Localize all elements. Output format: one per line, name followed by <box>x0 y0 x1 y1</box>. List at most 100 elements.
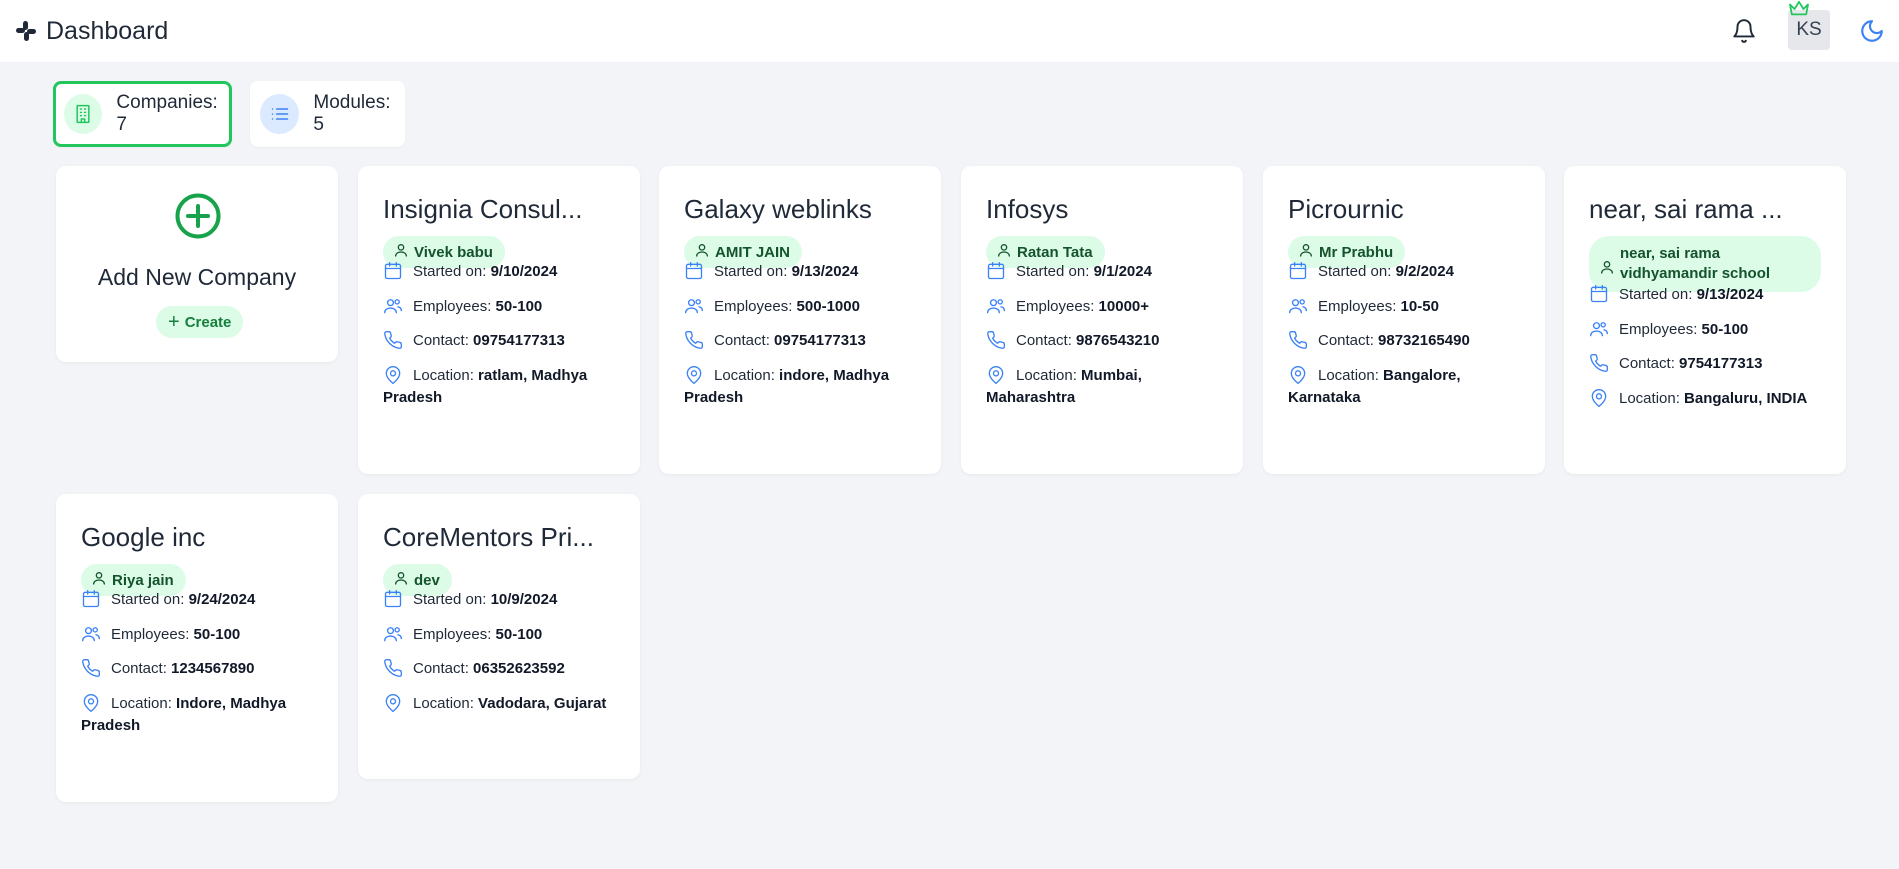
create-company-button[interactable]: + Create <box>156 306 244 338</box>
company-name: near, sai rama ... <box>1589 194 1783 224</box>
top-bar: Dashboard KS <box>0 0 1899 62</box>
contact-label: Contact: <box>1016 332 1077 349</box>
contact-row: Contact: 1234567890 <box>81 658 321 680</box>
owner-name: Riya jain <box>112 571 174 589</box>
add-company-card: Add New Company + Create <box>56 166 338 362</box>
crown-icon <box>1789 0 1809 16</box>
location-row: Location: ratlam, Madhya Pradesh <box>383 365 623 409</box>
company-card[interactable]: Infosys Ratan Tata Started on: 9/1/2024 Emp… <box>961 166 1243 474</box>
owner-name: Ratan Tata <box>1017 243 1093 261</box>
location-label: Location: <box>413 695 479 712</box>
user-icon <box>694 242 715 262</box>
company-card[interactable]: near, sai rama ... near, sai rama vidhyam… <box>1564 166 1846 474</box>
brand[interactable]: Dashboard <box>14 16 168 46</box>
employees-label: Employees: <box>111 626 194 643</box>
employees-row: Employees: 50-100 <box>383 624 623 646</box>
company-name: Picrournic <box>1288 194 1404 224</box>
location-value: Vadodara, Gujarat <box>478 695 607 712</box>
employees-value: 50-100 <box>1701 321 1749 338</box>
avatar-wrapper: KS <box>1788 0 1830 50</box>
contact-label: Contact: <box>413 660 474 677</box>
contact-label: Contact: <box>413 332 474 349</box>
employees-row: Employees: 500-1000 <box>684 296 924 318</box>
location-row: Location: Bangaluru, INDIA <box>1589 388 1829 410</box>
started-label: Started on: <box>1016 263 1094 280</box>
user-icon <box>1599 247 1620 281</box>
bell-icon[interactable] <box>1731 17 1757 45</box>
started-label: Started on: <box>714 263 792 280</box>
company-name: Insignia Consul... <box>383 194 583 224</box>
contact-label: Contact: <box>714 332 775 349</box>
started-value: 9/2/2024 <box>1395 263 1454 280</box>
employees-row: Employees: 50-100 <box>81 624 321 646</box>
owner-name: Vivek babu <box>414 243 493 261</box>
user-icon <box>1298 242 1319 262</box>
started-row: Started on: 9/13/2024 <box>1589 284 1829 306</box>
user-icon <box>91 570 112 590</box>
started-value: 9/10/2024 <box>490 263 558 280</box>
list-icon <box>260 94 300 134</box>
started-label: Started on: <box>1619 286 1697 303</box>
contact-label: Contact: <box>111 660 172 677</box>
started-value: 9/13/2024 <box>1696 286 1764 303</box>
companies-stat-button[interactable]: Companies: 7 <box>53 81 232 147</box>
employees-row: Employees: 50-100 <box>383 296 623 318</box>
contact-row: Contact: 09754177313 <box>684 330 924 352</box>
contact-row: Contact: 9876543210 <box>986 330 1226 352</box>
contact-value: 09754177313 <box>473 332 565 349</box>
location-label: Location: <box>714 367 780 384</box>
contact-value: 06352623592 <box>473 660 565 677</box>
plus-circle-icon[interactable] <box>174 192 222 240</box>
employees-row: Employees: 10-50 <box>1288 296 1528 318</box>
employees-label: Employees: <box>1016 298 1099 315</box>
contact-value: 98732165490 <box>1378 332 1470 349</box>
location-row: Location: indore, Madhya Pradesh <box>684 365 924 409</box>
contact-value: 1234567890 <box>171 660 255 677</box>
started-row: Started on: 9/10/2024 <box>383 261 623 283</box>
employees-value: 50-100 <box>495 298 543 315</box>
user-icon <box>393 242 414 262</box>
app-logo-icon <box>16 21 36 41</box>
modules-stat-button[interactable]: Modules: 5 <box>250 81 405 147</box>
employees-row: Employees: 50-100 <box>1589 319 1829 341</box>
modules-stat-label: Modules: 5 <box>313 92 391 135</box>
location-label: Location: <box>1016 367 1082 384</box>
employees-label: Employees: <box>413 298 496 315</box>
page-title: Dashboard <box>46 17 169 45</box>
plus-icon: + <box>168 311 180 333</box>
company-card[interactable]: Picrournic Mr Prabhu Started on: 9/2/2024 E… <box>1263 166 1545 474</box>
started-label: Started on: <box>413 263 491 280</box>
contact-label: Contact: <box>1619 355 1680 372</box>
companies-stat-label: Companies: 7 <box>116 92 218 135</box>
owner-name: near, sai rama vidhyamandir school <box>1620 245 1771 282</box>
employees-label: Employees: <box>1318 298 1401 315</box>
company-card[interactable]: Galaxy weblinks AMIT JAIN Started on: 9/13… <box>659 166 941 474</box>
employees-label: Employees: <box>714 298 797 315</box>
company-card[interactable]: Google inc Riya jain Started on: 9/24/2024… <box>56 494 338 802</box>
location-row: Location: Mumbai, Maharashtra <box>986 365 1226 409</box>
company-name: Infosys <box>986 194 1069 224</box>
started-value: 9/24/2024 <box>188 591 256 608</box>
started-value: 9/1/2024 <box>1093 263 1152 280</box>
moon-icon[interactable] <box>1859 18 1885 44</box>
company-name: CoreMentors Pri... <box>383 522 594 552</box>
add-company-title: Add New Company <box>97 264 297 290</box>
company-card[interactable]: Insignia Consul... Vivek babu Started on: … <box>358 166 640 474</box>
contact-value: 09754177313 <box>774 332 866 349</box>
employees-label: Employees: <box>413 626 496 643</box>
create-label: Create <box>184 313 232 331</box>
employees-value: 10-50 <box>1400 298 1439 315</box>
employees-value: 500-1000 <box>796 298 860 315</box>
started-value: 10/9/2024 <box>490 591 558 608</box>
company-name: Google inc <box>81 522 206 552</box>
employees-label: Employees: <box>1619 321 1702 338</box>
employees-value: 50-100 <box>193 626 241 643</box>
contact-label: Contact: <box>1318 332 1379 349</box>
owner-name: dev <box>414 571 440 589</box>
employees-value: 50-100 <box>495 626 543 643</box>
company-card[interactable]: CoreMentors Pri... dev Started on: 10/9/20… <box>358 494 640 779</box>
started-label: Started on: <box>1318 263 1396 280</box>
user-icon <box>996 242 1017 262</box>
location-label: Location: <box>1619 390 1685 407</box>
company-name: Galaxy weblinks <box>684 194 872 224</box>
